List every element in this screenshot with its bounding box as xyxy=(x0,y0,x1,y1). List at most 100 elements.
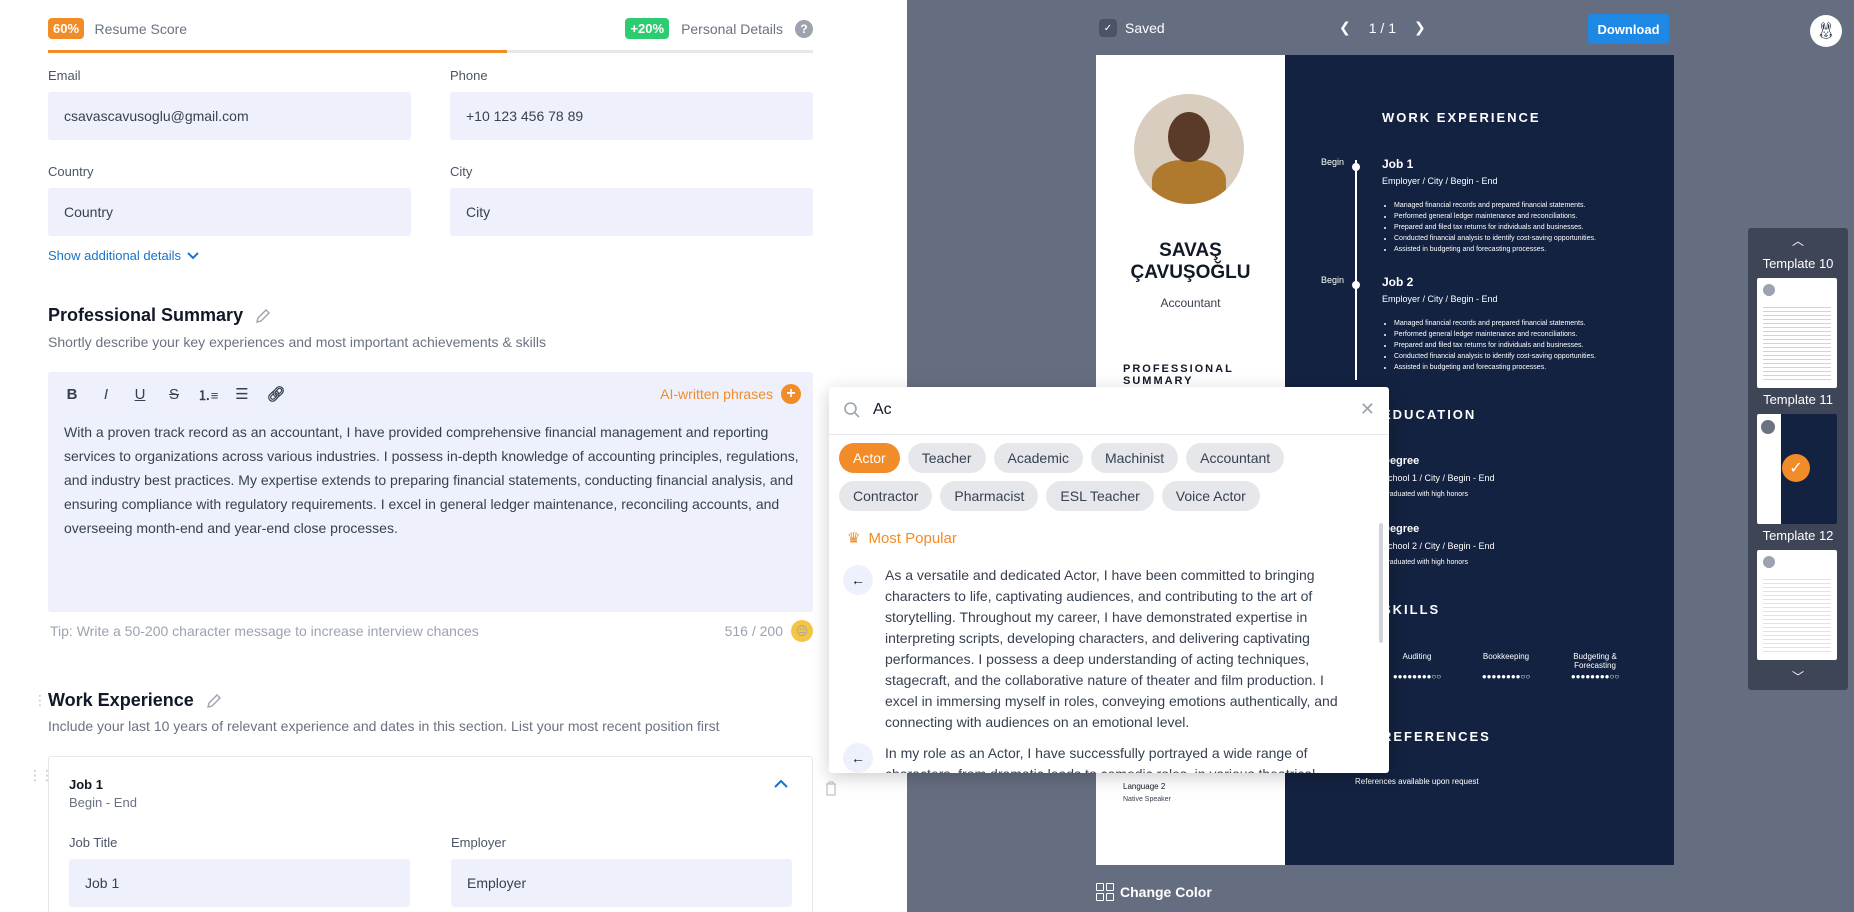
bold-icon[interactable]: B xyxy=(62,384,82,404)
resume-job2-bullets: Managed financial records and prepared f… xyxy=(1382,318,1642,373)
resume-score-row: 60% Resume Score +20% Personal Details ? xyxy=(48,18,813,44)
chip-pharmacist[interactable]: Pharmacist xyxy=(940,481,1039,511)
chevron-up-icon[interactable] xyxy=(774,779,788,788)
selected-check-icon: ✓ xyxy=(1782,454,1810,482)
chevron-up-icon[interactable]: ︿ xyxy=(1748,232,1848,249)
show-additional-details-label: Show additional details xyxy=(48,248,181,263)
chip-actor[interactable]: Actor xyxy=(839,443,900,473)
preview-top-bar: ✓ Saved ❮ 1 / 1 ❯ Download 🐰︎ xyxy=(907,0,1854,56)
city-field[interactable]: City xyxy=(450,188,813,236)
resume-language2-level: Native Speaker xyxy=(1123,796,1171,803)
job-title-search-input[interactable]: Ac xyxy=(873,401,892,419)
close-icon[interactable]: ✕ xyxy=(1360,399,1375,420)
chip-contractor[interactable]: Contractor xyxy=(839,481,933,511)
chip-voice-actor[interactable]: Voice Actor xyxy=(1161,481,1260,511)
professional-summary-heading: Professional Summary xyxy=(48,305,271,326)
job-card-title: Job 1 xyxy=(69,777,103,792)
chip-accountant[interactable]: Accountant xyxy=(1186,443,1285,473)
work-experience-heading: Work Experience xyxy=(48,690,222,711)
resume-skills-heading: SKILLS xyxy=(1382,602,1441,617)
resume-language2: Language 2 xyxy=(1123,782,1166,791)
phone-label: Phone xyxy=(450,68,488,83)
most-popular-label: Most Popular xyxy=(868,529,957,547)
job-card-dates: Begin - End xyxy=(69,795,137,810)
score-progress-bar xyxy=(48,50,813,53)
summary-text[interactable]: With a proven track record as an account… xyxy=(64,420,799,540)
change-color-button[interactable]: Change Color xyxy=(1096,883,1212,901)
email-field[interactable]: csavascavusoglu@gmail.com xyxy=(48,92,411,140)
help-icon[interactable]: ? xyxy=(795,19,813,38)
resume-work-heading: WORK EXPERIENCE xyxy=(1382,110,1541,125)
popup-search-bar: Ac ✕ xyxy=(829,387,1389,435)
search-icon xyxy=(844,402,860,418)
bullet-list-icon[interactable]: ☰ xyxy=(232,384,252,404)
pencil-icon[interactable] xyxy=(206,693,222,709)
job-card[interactable]: Job 1 Begin - End Job Title Job 1 Employ… xyxy=(48,756,813,912)
chip-esl-teacher[interactable]: ESL Teacher xyxy=(1046,481,1154,511)
job-title-field[interactable]: Job 1 xyxy=(69,859,410,907)
ordered-list-icon[interactable]: ⒈≡ xyxy=(198,384,219,404)
suggestion-item[interactable]: ← As a versatile and dedicated Actor, I … xyxy=(843,565,1363,730)
italic-icon[interactable]: I xyxy=(96,384,116,404)
resume-school1: School 1 / City / Begin - End xyxy=(1382,473,1495,483)
score-badge: 60% xyxy=(48,18,85,39)
insert-arrow-icon[interactable]: ← xyxy=(843,565,873,595)
resume-references-heading: REFERENCES xyxy=(1382,729,1491,744)
job-chips: Actor Teacher Academic Machinist Account… xyxy=(839,443,1379,511)
country-label: Country xyxy=(48,164,94,179)
resume-skill-rating: ●●●●●●●●○○ xyxy=(1481,672,1531,681)
plus-icon: + xyxy=(781,384,801,404)
resume-skill-rating: ●●●●●●●●○○ xyxy=(1392,672,1442,681)
resume-education-heading: EDUCATION xyxy=(1382,407,1477,422)
job-title-label: Job Title xyxy=(69,835,118,850)
trash-icon[interactable] xyxy=(824,780,838,796)
saved-label: Saved xyxy=(1125,20,1165,36)
phone-field[interactable]: +10 123 456 78 89 xyxy=(450,92,813,140)
template-10-label: Template 10 xyxy=(1762,256,1834,271)
grid-icon xyxy=(1096,883,1114,901)
download-button[interactable]: Download xyxy=(1588,14,1669,44)
professional-summary-title: Professional Summary xyxy=(48,305,244,325)
resume-skill-auditing: Auditing xyxy=(1402,652,1432,661)
next-page-icon[interactable]: ❯ xyxy=(1414,19,1426,36)
bonus-badge: +20% xyxy=(625,18,670,39)
country-field[interactable]: Country xyxy=(48,188,411,236)
prev-page-icon[interactable]: ❮ xyxy=(1339,19,1351,36)
professional-summary-subtitle: Shortly describe your key experiences an… xyxy=(48,334,546,350)
chip-teacher[interactable]: Teacher xyxy=(907,443,986,473)
profile-photo xyxy=(1134,94,1244,204)
chip-academic[interactable]: Academic xyxy=(993,443,1083,473)
template-12-thumbnail[interactable] xyxy=(1757,550,1837,660)
show-additional-details-link[interactable]: Show additional details xyxy=(48,248,199,263)
ai-phrases-button[interactable]: AI-written phrases + xyxy=(660,384,801,404)
underline-icon[interactable]: U xyxy=(130,384,150,404)
ai-phrases-label: AI-written phrases xyxy=(660,386,773,402)
chevron-down-icon[interactable]: ﹀ xyxy=(1748,668,1848,685)
character-count: 516 / 200 xyxy=(724,623,783,639)
resume-job1-bullets: Managed financial records and prepared f… xyxy=(1382,200,1642,255)
resume-job1: Job 1 xyxy=(1382,157,1414,171)
timeline-line xyxy=(1355,160,1357,380)
suggestion-item[interactable]: ← In my role as an Actor, I have success… xyxy=(843,743,1363,773)
link-icon[interactable]: 🔗︎ xyxy=(266,384,286,404)
check-icon: ✓ xyxy=(1099,19,1117,37)
strikethrough-icon[interactable]: S xyxy=(164,384,184,404)
city-label: City xyxy=(450,164,473,179)
popup-scrollbar[interactable] xyxy=(1379,523,1383,643)
template-strip: ︿ Template 10 Template 11 ✓ Template 12 … xyxy=(1748,228,1848,690)
chip-machinist[interactable]: Machinist xyxy=(1090,443,1179,473)
most-popular-heading: ♛ Most Popular xyxy=(847,529,957,548)
template-11-thumbnail[interactable]: ✓ xyxy=(1757,414,1837,524)
resume-job2-sub: Employer / City / Begin - End xyxy=(1382,294,1498,304)
summary-editor[interactable]: B I U S ⒈≡ ☰ 🔗︎ AI-written phrases + Wit… xyxy=(48,372,813,612)
template-10-thumbnail[interactable] xyxy=(1757,278,1837,388)
insert-arrow-icon[interactable]: ← xyxy=(843,743,873,773)
resume-editor: 60% Resume Score +20% Personal Details ?… xyxy=(0,0,907,912)
suggestion-text: As a versatile and dedicated Actor, I ha… xyxy=(885,567,1338,730)
employer-field[interactable]: Employer xyxy=(451,859,792,907)
chevron-down-icon xyxy=(187,251,199,259)
crown-icon: ♛ xyxy=(847,530,861,547)
score-progress-fill xyxy=(48,50,507,53)
avatar[interactable]: 🐰︎ xyxy=(1810,15,1842,47)
pencil-icon[interactable] xyxy=(255,308,271,324)
